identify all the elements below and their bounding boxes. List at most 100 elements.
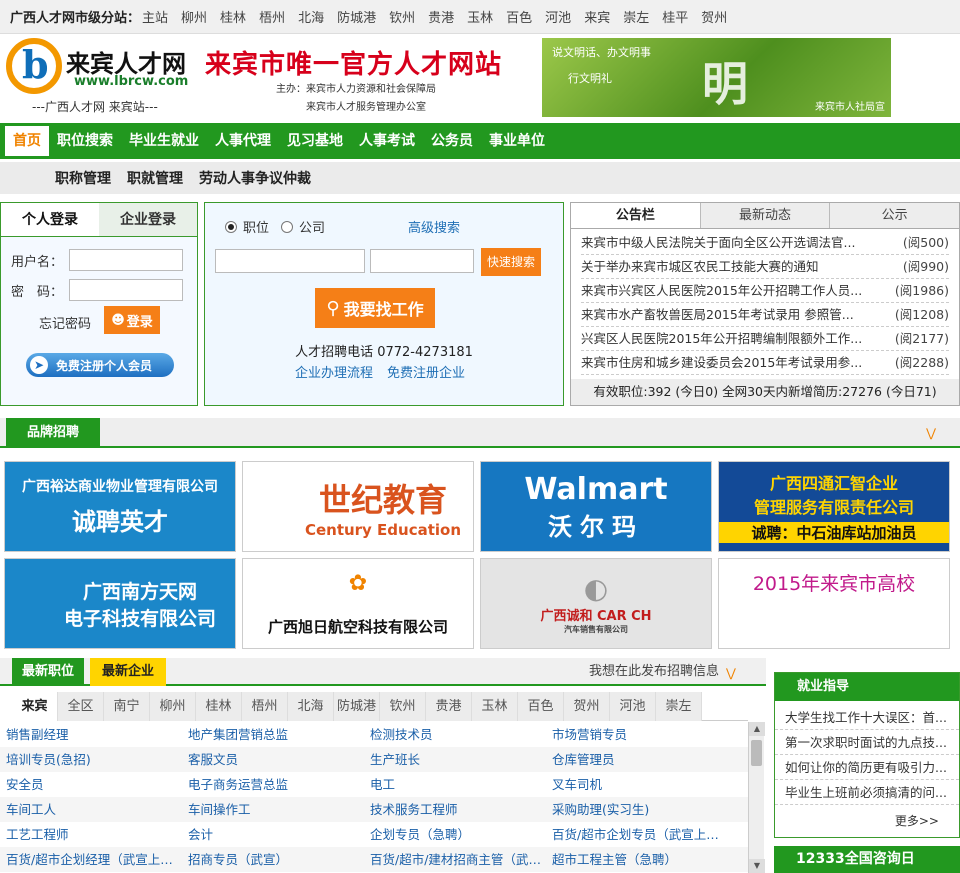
job-link[interactable]: 工艺工程师 (0, 822, 182, 847)
tab-city[interactable]: 钦州 (380, 692, 426, 721)
job-link[interactable]: 电子商务运营总监 (182, 772, 364, 797)
scroll-thumb[interactable] (751, 740, 762, 766)
job-link[interactable]: 百货/超市企划经理（武宣上班） (0, 847, 182, 872)
guide-item[interactable]: 大学生找工作十大误区：首... (775, 705, 959, 730)
tab-notice[interactable]: 公告栏 (571, 203, 700, 228)
register-personal-button[interactable]: ➤ 免费注册个人会员 (26, 353, 174, 377)
nav-labor-arbitration[interactable]: 劳动人事争议仲裁 (191, 168, 319, 188)
double-chevron-icon[interactable]: ⋁ (926, 426, 936, 440)
find-job-button[interactable]: ⚲ 我要找工作 (315, 288, 435, 328)
civility-banner[interactable]: 说文明话、办文明事 行文明礼 明 来宾市人社局宣 (542, 38, 891, 117)
city-link[interactable]: 百色 (506, 7, 532, 26)
job-link[interactable]: 百货/超市/建材招商主管（武宣上班） (364, 847, 546, 872)
nav-home[interactable]: 首页 (5, 126, 49, 156)
guide-item[interactable]: 第一次求职时面试的九点技... (775, 730, 959, 755)
brand-logo-century[interactable]: 世纪教育 Century Education (242, 461, 474, 552)
nav-civil-servant[interactable]: 公务员 (423, 126, 481, 156)
job-link[interactable]: 车间工人 (0, 797, 182, 822)
scroll-down-icon[interactable]: ▼ (749, 859, 765, 873)
brand-logo-sitong[interactable]: 广西四通汇智企业 管理服务有限责任公司 诚聘：中石油库站加油员 (718, 461, 950, 552)
guide-item[interactable]: 毕业生上班前必须搞清的问... (775, 780, 959, 805)
tab-city[interactable]: 全区 (58, 692, 104, 721)
register-company-link[interactable]: 免费注册企业 (387, 362, 465, 381)
nav-internship-base[interactable]: 见习基地 (279, 126, 351, 156)
job-link[interactable]: 超市工程主管（急聘） (546, 847, 728, 872)
nav-hr-exam[interactable]: 人事考试 (351, 126, 423, 156)
city-link[interactable]: 贺州 (701, 7, 727, 26)
tab-city[interactable]: 玉林 (472, 692, 518, 721)
city-link[interactable]: 梧州 (259, 7, 285, 26)
brand-logo-chenghe[interactable]: ◐ 广西诚和 CAR CH 汽车销售有限公司 (480, 558, 712, 649)
job-link[interactable]: 仓库管理员 (546, 747, 728, 772)
notice-item[interactable]: 来宾市兴宾区人民医院2015年公开招聘工作人员... (阅1986) (581, 279, 949, 303)
tab-city[interactable]: 贺州 (564, 692, 610, 721)
keyword-input[interactable] (215, 249, 365, 273)
forgot-password-link[interactable]: 忘记密码 (39, 313, 91, 332)
tab-city[interactable]: 桂林 (196, 692, 242, 721)
radio-job[interactable] (225, 220, 237, 233)
nav-title-management[interactable]: 职称管理 (47, 168, 119, 188)
job-link[interactable]: 电工 (364, 772, 546, 797)
brand-logo-yuda[interactable]: 广西裕达商业物业管理有限公司 诚聘英才 (4, 461, 236, 552)
city-link[interactable]: 柳州 (181, 7, 207, 26)
job-link[interactable]: 技术服务工程师 (364, 797, 546, 822)
job-link[interactable]: 会计 (182, 822, 364, 847)
publish-job-link[interactable]: 我想在此发布招聘信息 (589, 658, 719, 686)
city-link[interactable]: 玉林 (467, 7, 493, 26)
tab-city[interactable]: 河池 (610, 692, 656, 721)
city-link[interactable]: 北海 (298, 7, 324, 26)
nav-job-search[interactable]: 职位搜索 (49, 126, 121, 156)
company-process-link[interactable]: 企业办理流程 (295, 362, 373, 381)
nav-hr-agency[interactable]: 人事代理 (207, 126, 279, 156)
tab-personal-login[interactable]: 个人登录 (1, 203, 99, 236)
city-link[interactable]: 桂平 (662, 7, 688, 26)
job-link[interactable]: 市场营销专员 (546, 722, 728, 747)
job-link[interactable]: 培训专员(急招) (0, 747, 182, 772)
notice-item[interactable]: 来宾市中级人民法院关于面向全区公开选调法官... (阅500) (581, 231, 949, 255)
job-link[interactable]: 百货/超市企划专员（武宣上班） (546, 822, 728, 847)
job-link[interactable]: 叉车司机 (546, 772, 728, 797)
job-link[interactable]: 车间操作工 (182, 797, 364, 822)
tab-city[interactable]: 贵港 (426, 692, 472, 721)
tab-public-notice[interactable]: 公示 (829, 203, 959, 228)
job-link[interactable]: 客服文员 (182, 747, 364, 772)
tab-city[interactable]: 来宾 (12, 692, 58, 721)
notice-item[interactable]: 来宾市水产畜牧兽医局2015年考试录用 参照管... (阅1208) (581, 303, 949, 327)
tab-latest-jobs[interactable]: 最新职位 (12, 658, 85, 686)
job-link[interactable]: 招商专员（武宣） (182, 847, 364, 872)
nav-employment-management[interactable]: 职就管理 (119, 168, 191, 188)
username-input[interactable] (69, 249, 184, 271)
job-link[interactable]: 企划专员（急聘） (364, 822, 546, 847)
job-link[interactable]: 生产班长 (364, 747, 546, 772)
scroll-up-icon[interactable]: ▲ (749, 722, 765, 736)
login-button[interactable]: ☻ 登录 (104, 306, 160, 334)
double-chevron-icon[interactable]: ⋁ (726, 666, 736, 680)
tab-city[interactable]: 梧州 (242, 692, 288, 721)
guide-more-link[interactable]: 更多>> (895, 812, 939, 829)
radio-company[interactable] (281, 220, 294, 233)
city-link[interactable]: 河池 (545, 7, 571, 26)
tab-company-login[interactable]: 企业登录 (99, 203, 197, 236)
nav-public-institution[interactable]: 事业单位 (481, 126, 553, 156)
tab-city[interactable]: 南宁 (104, 692, 150, 721)
job-link[interactable]: 安全员 (0, 772, 182, 797)
brand-logo-nanfang[interactable]: 广西南方天网 电子科技有限公司 (4, 558, 236, 649)
location-input[interactable] (370, 249, 474, 273)
password-input[interactable] (69, 279, 184, 301)
quick-search-button[interactable]: 快速搜索 (481, 248, 541, 276)
brand-logo-walmart[interactable]: Walmart 沃尔玛 (480, 461, 712, 552)
site-logo[interactable]: b 来宾人才网 www.lbrcw.com ---广西人才网 来宾站--- (6, 38, 196, 118)
city-link[interactable]: 钦州 (389, 7, 415, 26)
city-link[interactable]: 来宾 (584, 7, 610, 26)
job-link[interactable]: 采购助理(实习生) (546, 797, 728, 822)
job-link[interactable]: 地产集团营销总监 (182, 722, 364, 747)
tab-city[interactable]: 百色 (518, 692, 564, 721)
notice-item[interactable]: 来宾市住房和城乡建设委员会2015年考试录用参... (阅2288) (581, 351, 949, 375)
city-link[interactable]: 贵港 (428, 7, 454, 26)
notice-item[interactable]: 兴宾区人民医院2015年公开招聘编制限额外工作... (阅2177) (581, 327, 949, 351)
consult-day-banner[interactable]: 12333全国咨询日 (774, 846, 960, 873)
city-link[interactable]: 防城港 (337, 7, 376, 26)
tab-city[interactable]: 柳州 (150, 692, 196, 721)
tab-city[interactable]: 防城港 (334, 692, 380, 721)
nav-graduate[interactable]: 毕业生就业 (121, 126, 207, 156)
